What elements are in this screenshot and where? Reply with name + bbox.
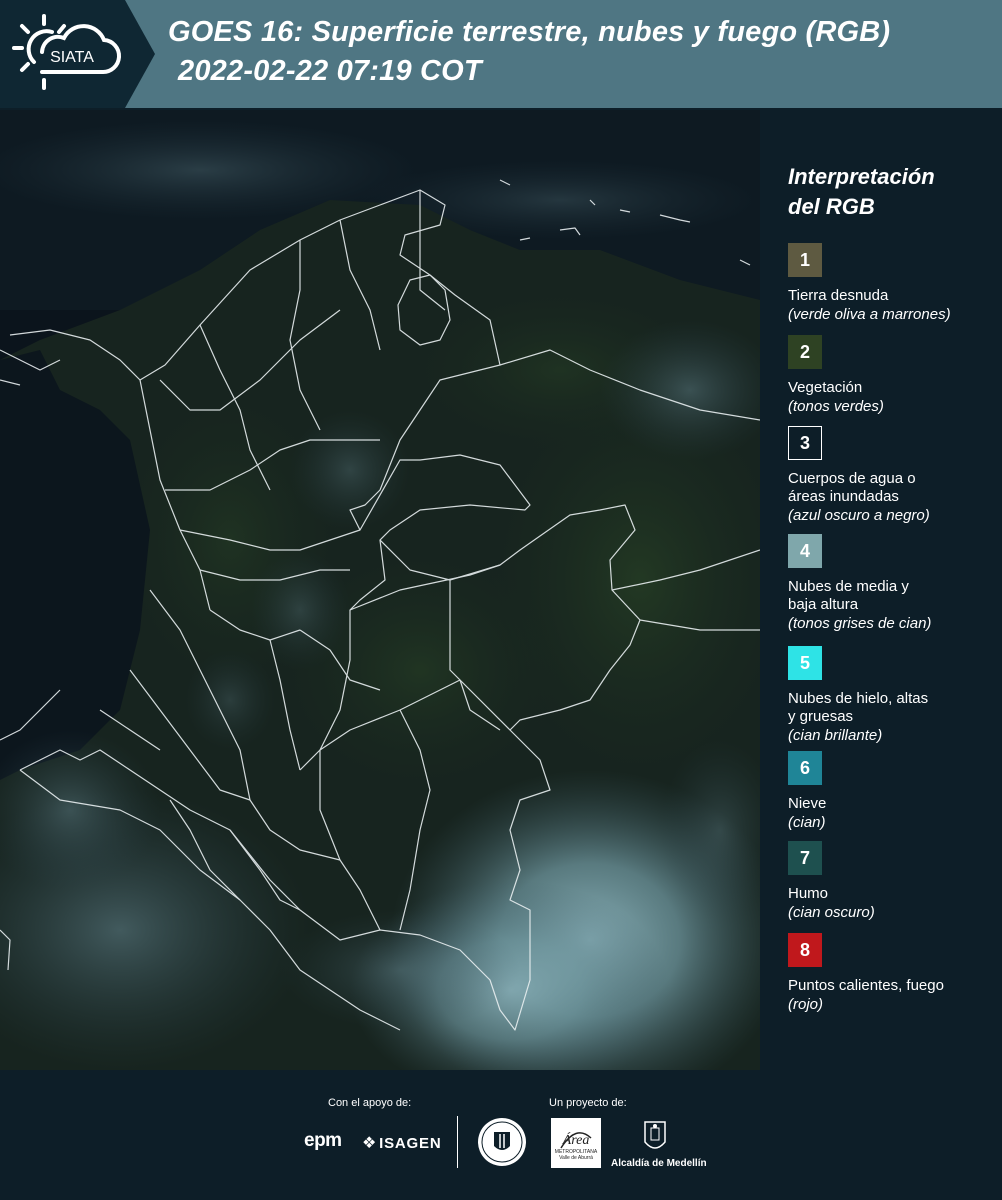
legend-sublabel: (cian oscuro)	[788, 904, 875, 921]
legend-sublabel: (azul oscuro a negro)	[788, 507, 930, 524]
legend-sublabel: (tonos grises de cian)	[788, 615, 932, 632]
area-subtext: METROPOLITANA Valle de Aburrá	[554, 1149, 598, 1161]
siata-logo: SIATA	[0, 0, 155, 108]
legend-swatch: 5	[788, 646, 822, 680]
satellite-map[interactable]	[0, 110, 760, 1070]
legend-item-7: 7 Humo (cian oscuro)	[788, 841, 998, 923]
legend-item-3: 3 Cuerpos de agua o áreas inundadas (azul …	[788, 426, 998, 526]
legend-swatch: 1	[788, 243, 822, 277]
legend-label: Humo	[788, 885, 829, 902]
svg-text:SIATA: SIATA	[50, 49, 94, 66]
legend-title: Interpretación del RGB	[788, 164, 935, 219]
university-seal-icon[interactable]	[476, 1116, 528, 1168]
footer-divider	[457, 1116, 458, 1168]
sun-cloud-icon: SIATA	[12, 14, 121, 90]
medellin-shield-icon[interactable]	[642, 1118, 668, 1156]
legend-label: Nubes de media y baja altura	[788, 578, 909, 613]
legend-sublabel: (cian)	[788, 814, 826, 831]
legend-sublabel: (verde oliva a marrones)	[788, 306, 951, 323]
legend-label: Cuerpos de agua o áreas inundadas	[788, 470, 916, 505]
epm-logo[interactable]: epm	[304, 1130, 342, 1152]
legend-label: Tierra desnuda	[788, 287, 889, 304]
legend-sublabel: (tonos verdes)	[788, 398, 884, 415]
legend-swatch: 4	[788, 534, 822, 568]
isagen-logo[interactable]: ❖ ISAGEN	[362, 1133, 441, 1153]
support-label: Con el apoyo de:	[328, 1097, 412, 1109]
legend-item-5: 5 Nubes de hielo, altas y gruesas (cian br…	[788, 646, 998, 746]
legend-item-8: 8 Puntos calientes, fuego (rojo)	[788, 933, 998, 1015]
colombia-boundaries-map	[0, 110, 760, 1070]
legend-sublabel: (cian brillante)	[788, 727, 883, 744]
legend-label: Puntos calientes, fuego	[788, 977, 944, 994]
legend-label: Vegetación	[788, 379, 863, 396]
svg-text:Área: Área	[562, 1131, 590, 1148]
legend-item-6: 6 Nieve (cian)	[788, 751, 998, 833]
legend-sublabel: (rojo)	[788, 996, 824, 1013]
legend-swatch: 2	[788, 335, 822, 369]
map-title: GOES 16: Superficie terrestre, nubes y f…	[168, 16, 891, 48]
legend-label: Nubes de hielo, altas y gruesas	[788, 690, 929, 725]
legend-item-2: 2 Vegetación (tonos verdes)	[788, 335, 998, 417]
legend-item-4: 4 Nubes de media y baja altura (tonos gris…	[788, 534, 998, 634]
footer: Con el apoyo de: Un proyecto de: epm ❖ IS…	[0, 1070, 1002, 1200]
legend-swatch: 6	[788, 751, 822, 785]
map-timestamp: 2022-02-22 07:19 COT	[178, 55, 482, 87]
header-bar: SIATA GOES 16: Superficie terrestre, nub…	[0, 0, 1002, 108]
legend-label: Nieve	[788, 795, 827, 812]
legend-swatch: 3	[788, 426, 822, 460]
project-label: Un proyecto de:	[549, 1097, 627, 1109]
legend-swatch: 8	[788, 933, 822, 967]
legend-item-1: 1 Tierra desnuda (verde oliva a marrones)	[788, 243, 998, 325]
rgb-legend: Interpretación del RGB 1 Tierra desnuda (v…	[760, 110, 1002, 1070]
alcaldia-label[interactable]: Alcaldía de Medellín	[611, 1158, 707, 1169]
legend-swatch: 7	[788, 841, 822, 875]
isagen-mark-icon: ❖	[362, 1135, 378, 1152]
